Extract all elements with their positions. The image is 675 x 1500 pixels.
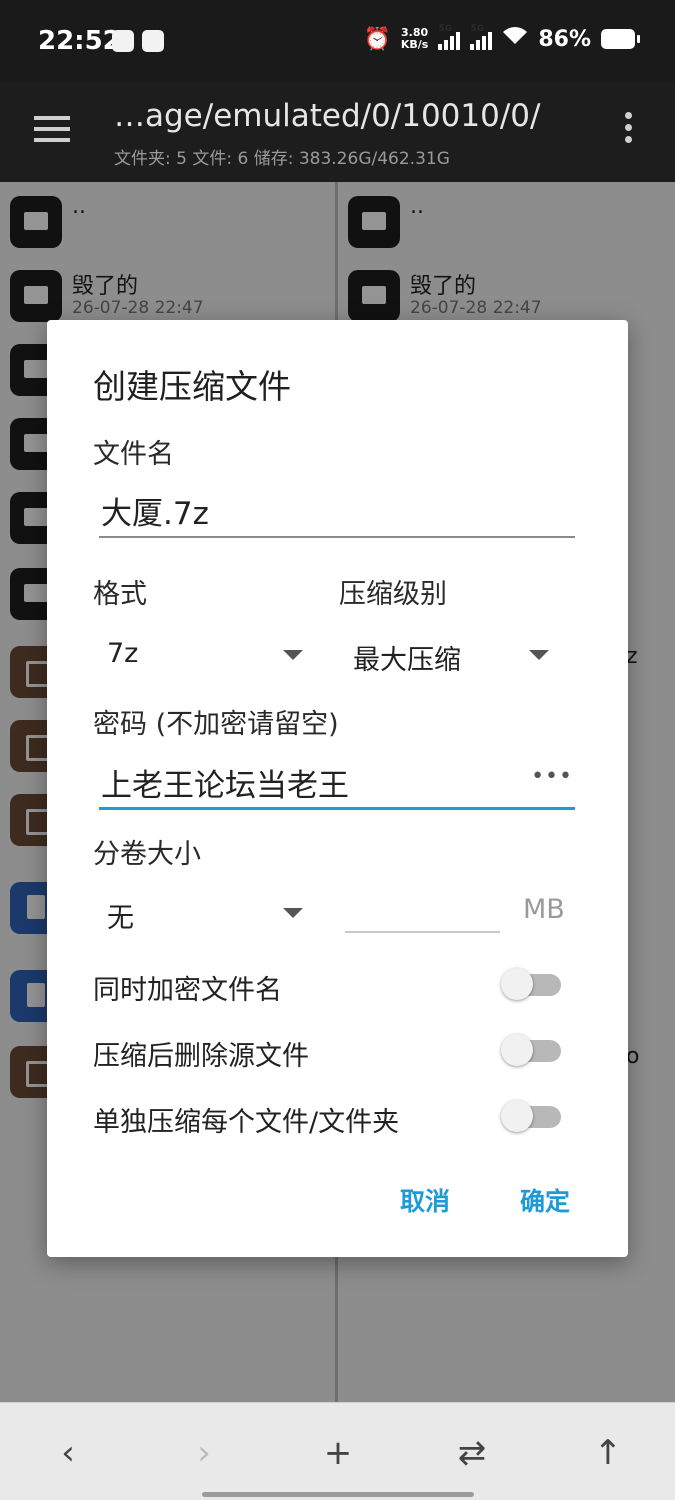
network-speed: 3.80 KB/s: [400, 26, 429, 51]
dialog-title: 创建压缩文件: [93, 367, 291, 406]
volume-size-select[interactable]: 无: [93, 886, 307, 938]
back-icon[interactable]: ‹: [46, 1431, 90, 1475]
menu-icon[interactable]: [34, 116, 70, 142]
dropdown-arrow-icon: [283, 650, 303, 660]
compression-level-select[interactable]: 最大压缩: [339, 628, 559, 680]
dropdown-arrow-icon: [283, 908, 303, 918]
wifi-icon: [502, 26, 528, 52]
bottom-toolbar: ‹ › + ⇄ ↑: [0, 1402, 675, 1500]
volume-size-input[interactable]: [345, 873, 500, 933]
password-label: 密码 (不加密请留空): [93, 709, 339, 740]
compression-level-label: 压缩级别: [339, 579, 447, 610]
forward-icon[interactable]: ›: [182, 1431, 226, 1475]
delete-source-row[interactable]: 压缩后删除源文件: [93, 1028, 573, 1074]
format-label: 格式: [93, 579, 147, 610]
cancel-button[interactable]: 取消: [400, 1182, 450, 1218]
filename-input[interactable]: 大厦.7z: [99, 480, 575, 538]
notification-app-icon: [112, 30, 134, 52]
home-indicator[interactable]: [202, 1492, 474, 1497]
current-path[interactable]: …age/emulated/0/10010/0/: [114, 98, 540, 134]
signal-icon: 5G: [438, 24, 461, 50]
format-select[interactable]: 7z: [93, 628, 307, 680]
app-bar: …age/emulated/0/10010/0/ 文件夹: 5 文件: 6 储存…: [0, 82, 675, 182]
battery-icon: [601, 29, 640, 49]
compress-separately-toggle[interactable]: [501, 1100, 561, 1132]
alarm-icon: ⏰: [363, 26, 391, 52]
up-directory-icon[interactable]: ↑: [586, 1431, 630, 1475]
status-bar: 22:52 ⏰ 3.80 KB/s 5G 5G 86%: [0, 0, 675, 82]
notification-cloud-icon: [142, 30, 164, 52]
filename-label: 文件名: [93, 439, 174, 470]
compress-separately-row[interactable]: 单独压缩每个文件/文件夹: [93, 1094, 573, 1140]
encrypt-filenames-row[interactable]: 同时加密文件名: [93, 962, 573, 1008]
volume-unit-label: MB: [523, 894, 565, 925]
storage-stats: 文件夹: 5 文件: 6 储存: 383.26G/462.31G: [114, 149, 450, 169]
delete-source-toggle[interactable]: [501, 1034, 561, 1066]
password-visibility-icon[interactable]: •••: [531, 764, 573, 789]
create-archive-dialog: 创建压缩文件 文件名 大厦.7z 格式 压缩级别 7z 最大压缩 密码 (不加密…: [47, 320, 628, 1257]
more-options-icon[interactable]: [625, 112, 635, 148]
battery-percent: 86%: [538, 26, 591, 52]
add-icon[interactable]: +: [316, 1431, 360, 1475]
dropdown-arrow-icon: [529, 650, 549, 660]
signal-icon: 5G: [470, 24, 493, 50]
encrypt-filenames-toggle[interactable]: [501, 968, 561, 1000]
password-input[interactable]: 上老王论坛当老王 •••: [99, 752, 575, 810]
status-icons: ⏰ 3.80 KB/s 5G 5G 86%: [363, 24, 640, 52]
swap-panes-icon[interactable]: ⇄: [450, 1431, 494, 1475]
ok-button[interactable]: 确定: [520, 1182, 570, 1218]
clock: 22:52: [38, 26, 121, 56]
volume-size-label: 分卷大小: [93, 839, 201, 870]
